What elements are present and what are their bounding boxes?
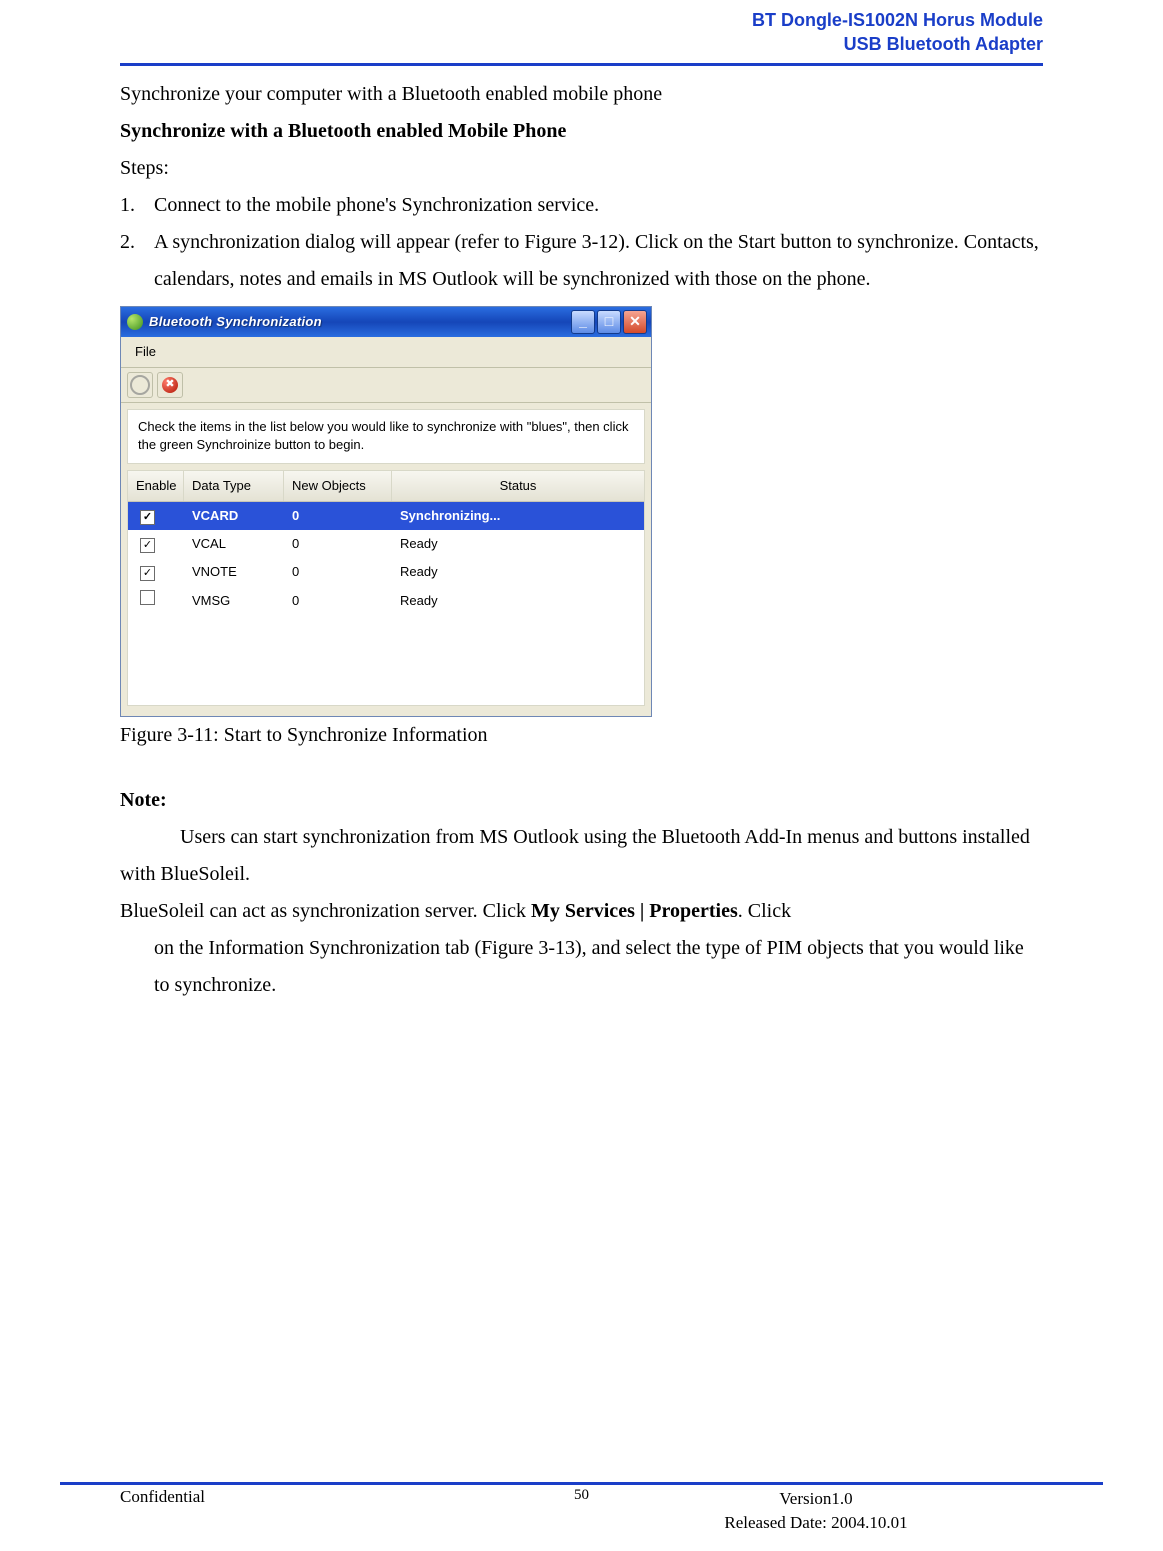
footer-right: Version1.0 Released Date: 2004.10.01 bbox=[589, 1487, 1043, 1535]
checkbox-icon[interactable]: ✓ bbox=[140, 566, 155, 581]
col-status[interactable]: Status bbox=[392, 471, 644, 501]
server-bold: My Services | Properties bbox=[531, 900, 738, 922]
table-spacer bbox=[128, 615, 644, 705]
note-block: Note: Users can start synchronization fr… bbox=[120, 782, 1043, 1004]
col-enable[interactable]: Enable bbox=[128, 471, 184, 501]
cell-enable[interactable]: ✓ bbox=[128, 502, 184, 530]
table-row[interactable]: ✓ VNOTE0Ready bbox=[128, 558, 644, 586]
step-1-number: 1. bbox=[120, 187, 154, 224]
table-row[interactable]: ✓ VCAL0Ready bbox=[128, 530, 644, 558]
window-title: Bluetooth Synchronization bbox=[149, 310, 571, 334]
table-header: Enable Data Type New Objects Status bbox=[128, 471, 644, 502]
titlebar[interactable]: Bluetooth Synchronization _ □ ✕ bbox=[121, 307, 651, 337]
sync-window: Bluetooth Synchronization _ □ ✕ File ✖ bbox=[120, 306, 652, 717]
figure-caption: Figure 3-11: Start to Synchronize Inform… bbox=[120, 717, 1043, 754]
minimize-button[interactable]: _ bbox=[571, 310, 595, 334]
cell-data-type: VCAL bbox=[184, 530, 284, 558]
table-body: ✓VCARD0Synchronizing...✓VCAL0Ready✓VNOTE… bbox=[128, 502, 644, 614]
footer-confidential: Confidential bbox=[120, 1487, 574, 1507]
step-1-text: Connect to the mobile phone's Synchroniz… bbox=[154, 187, 1043, 224]
cell-status: Ready bbox=[392, 530, 644, 558]
close-button[interactable]: ✕ bbox=[623, 310, 647, 334]
steps-label: Steps: bbox=[120, 150, 1043, 187]
server-lead: BlueSoleil can act as synchronization se… bbox=[120, 900, 531, 922]
cell-status: Ready bbox=[392, 558, 644, 586]
cell-status: Ready bbox=[392, 587, 644, 615]
note-text: Users can start synchronization from MS … bbox=[120, 819, 1043, 893]
page-header: BT Dongle-IS1002N Horus Module USB Bluet… bbox=[120, 8, 1043, 63]
header-divider bbox=[120, 63, 1043, 66]
step-1: 1. Connect to the mobile phone's Synchro… bbox=[120, 187, 1043, 224]
cell-new-objects: 0 bbox=[284, 587, 392, 615]
header-line-1: BT Dongle-IS1002N Horus Module bbox=[120, 8, 1043, 32]
cell-status: Synchronizing... bbox=[392, 502, 644, 530]
cell-new-objects: 0 bbox=[284, 502, 392, 530]
maximize-button[interactable]: □ bbox=[597, 310, 621, 334]
window-buttons: _ □ ✕ bbox=[571, 310, 647, 334]
section-subtitle: Synchronize with a Bluetooth enabled Mob… bbox=[120, 113, 1043, 150]
footer-page-number: 50 bbox=[574, 1487, 589, 1504]
step-2-number: 2. bbox=[120, 224, 154, 298]
figure-block: Bluetooth Synchronization _ □ ✕ File ✖ bbox=[120, 306, 1043, 754]
checkbox-icon[interactable]: ✓ bbox=[140, 510, 155, 525]
cell-data-type: VNOTE bbox=[184, 558, 284, 586]
stop-icon: ✖ bbox=[162, 377, 178, 393]
table-row[interactable]: VMSG0Ready bbox=[128, 587, 644, 615]
cell-enable[interactable] bbox=[128, 587, 184, 615]
cell-enable[interactable]: ✓ bbox=[128, 558, 184, 586]
sync-button[interactable] bbox=[127, 372, 153, 398]
col-new-objects[interactable]: New Objects bbox=[284, 471, 392, 501]
header-line-2: USB Bluetooth Adapter bbox=[120, 32, 1043, 56]
stop-button[interactable]: ✖ bbox=[157, 372, 183, 398]
note-label: Note: bbox=[120, 782, 1043, 819]
menu-bar: File bbox=[121, 337, 651, 368]
page-footer: Confidential 50 Version1.0 Released Date… bbox=[120, 1487, 1043, 1535]
footer-released: Released Date: 2004.10.01 bbox=[589, 1511, 1043, 1535]
app-icon bbox=[127, 314, 143, 330]
server-line-1: BlueSoleil can act as synchronization se… bbox=[120, 893, 1043, 930]
menu-file[interactable]: File bbox=[129, 342, 162, 361]
instruction-text: Check the items in the list below you wo… bbox=[127, 409, 645, 465]
toolbar: ✖ bbox=[121, 368, 651, 403]
cell-enable[interactable]: ✓ bbox=[128, 530, 184, 558]
cell-new-objects: 0 bbox=[284, 530, 392, 558]
cell-data-type: VMSG bbox=[184, 587, 284, 615]
step-2: 2. A synchronization dialog will appear … bbox=[120, 224, 1043, 298]
sync-table: Enable Data Type New Objects Status ✓ VCA… bbox=[127, 470, 645, 705]
checkbox-icon[interactable]: ✓ bbox=[140, 538, 155, 553]
sync-icon bbox=[130, 375, 150, 395]
table-row[interactable]: ✓ VCARD0Synchronizing... bbox=[128, 502, 644, 530]
checkbox-icon[interactable] bbox=[140, 590, 155, 605]
server-tail: . Click bbox=[738, 900, 791, 922]
cell-data-type: VCARD bbox=[184, 502, 284, 530]
col-data-type[interactable]: Data Type bbox=[184, 471, 284, 501]
intro-text: Synchronize your computer with a Bluetoo… bbox=[120, 76, 1043, 113]
footer-divider bbox=[60, 1482, 1103, 1485]
step-2-text: A synchronization dialog will appear (re… bbox=[154, 224, 1043, 298]
server-line-2: on the Information Synchronization tab (… bbox=[120, 930, 1043, 1004]
footer-version: Version1.0 bbox=[589, 1487, 1043, 1511]
body-content: Synchronize your computer with a Bluetoo… bbox=[120, 76, 1043, 1004]
cell-new-objects: 0 bbox=[284, 558, 392, 586]
